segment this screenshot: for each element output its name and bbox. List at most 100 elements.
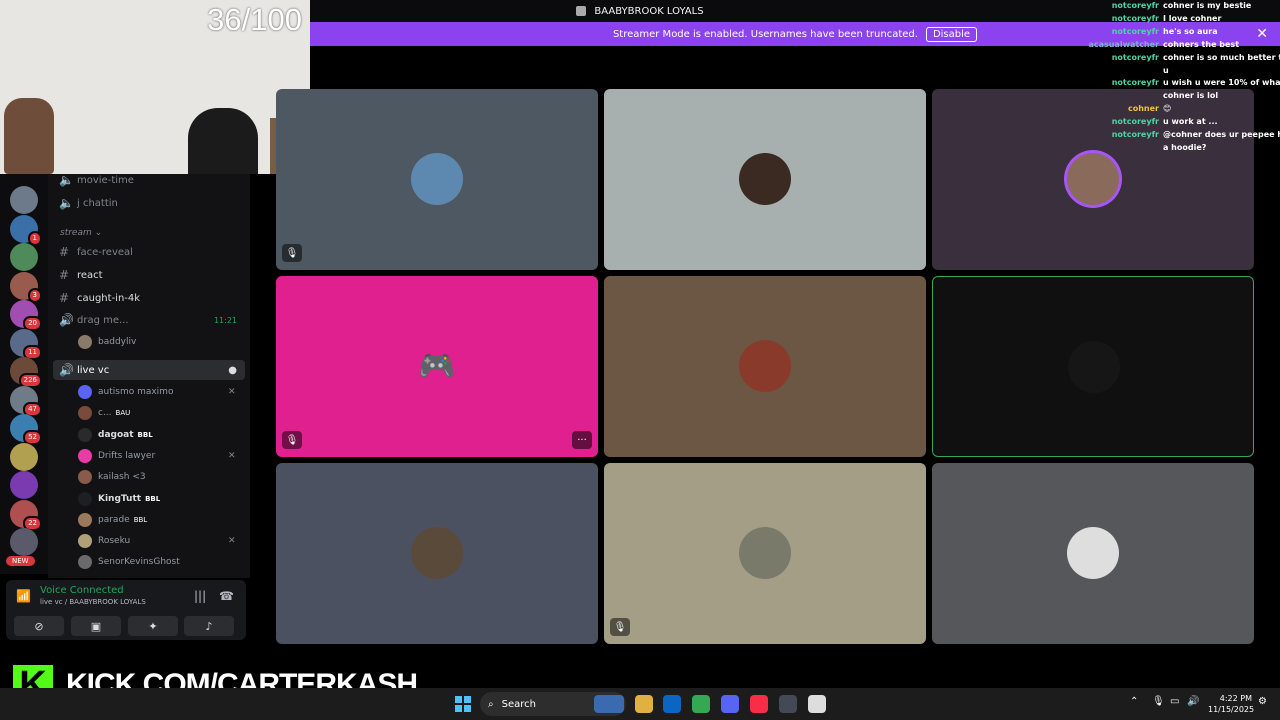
channel-name: caught-in-4k — [77, 292, 141, 304]
voice-channel-movie-time[interactable]: 🔈 movie-time — [53, 170, 245, 190]
server-list: 1 3 20 11 226 47 52 22 NEW — [0, 174, 48, 574]
server-icon[interactable] — [10, 471, 38, 499]
chat-message: notcoreyfr u work at ... — [1060, 117, 1280, 126]
participant-avatar — [739, 527, 791, 579]
participant-tile[interactable] — [276, 463, 598, 644]
voice-user[interactable]: SenorKevinsGhost — [78, 552, 180, 572]
text-channel-react[interactable]: # react — [53, 265, 245, 285]
voice-user[interactable]: Drifts lawyer ✕ — [78, 446, 236, 466]
chat-text: he's so aura — [1163, 26, 1218, 36]
notification-icon[interactable]: ⚙ — [1258, 696, 1267, 707]
discord-logo-icon: 🎮 — [418, 348, 456, 384]
volume-icon[interactable]: 🔊 — [1187, 696, 1199, 707]
voice-user-baddyliv[interactable]: baddyliv — [78, 332, 136, 352]
disconnect-icon[interactable]: ☎ — [219, 589, 234, 603]
speaker-icon: 🔊 — [59, 313, 74, 327]
server-icon[interactable]: 3 — [10, 271, 42, 303]
taskbar-clock[interactable]: 4:22 PM 11/15/2025 — [1208, 693, 1254, 715]
server-icon[interactable] — [10, 243, 38, 271]
4k-icon[interactable] — [779, 695, 797, 713]
banner-text: Streamer Mode is enabled. Usernames have… — [612, 28, 918, 40]
search-icon: ⌕ — [488, 698, 494, 710]
voice-user[interactable]: KingTutt BBL — [78, 489, 160, 509]
voice-user[interactable]: parade BBL — [78, 510, 147, 530]
participant-tile[interactable]: 🎮 🎙 ··· — [276, 276, 598, 457]
file-explorer-icon[interactable] — [635, 695, 653, 713]
voice-channel-j-chattin[interactable]: 🔈 j chattin — [53, 193, 245, 213]
channel-name: live vc — [77, 364, 110, 376]
weather-widget-icon[interactable] — [594, 695, 624, 713]
server-icon[interactable]: 20 — [10, 300, 42, 331]
voice-user[interactable]: Roseku ✕ — [78, 531, 236, 551]
chat-text: u — [1163, 65, 1169, 75]
channel-name: j chattin — [77, 197, 118, 209]
voice-user[interactable]: kailash <3 — [78, 467, 146, 487]
participant-tile[interactable]: 🎙 — [604, 463, 926, 644]
voice-channel-drag-me[interactable]: 🔊 drag me... 11:21 — [53, 310, 245, 330]
linkedin-icon[interactable] — [663, 695, 681, 713]
disable-button[interactable]: Disable — [925, 26, 978, 42]
server-icon[interactable] — [10, 442, 38, 471]
server-icon[interactable]: 47 — [10, 385, 42, 417]
chat-message: u — [1060, 66, 1280, 75]
more-options-button[interactable]: ··· — [572, 431, 592, 449]
chat-username: notcoreyfr — [1111, 78, 1159, 88]
call-duration: 11:21 — [213, 315, 237, 325]
server-icon[interactable]: 226 — [10, 357, 42, 388]
camera-off-button[interactable]: ⊘ — [14, 616, 64, 636]
participant-avatar — [739, 153, 791, 205]
figurine — [4, 98, 54, 174]
user-name: kailash <3 — [98, 472, 146, 483]
participant-tile[interactable] — [604, 276, 926, 457]
soundboard-button[interactable]: ♪ — [184, 616, 234, 636]
signal-icon: 📶 — [16, 589, 31, 603]
voice-user[interactable]: dagoat BBL — [78, 425, 153, 445]
screen-share-button[interactable]: ▣ — [71, 616, 121, 636]
server-icon[interactable] — [10, 186, 38, 214]
voice-channel-live-vc[interactable]: 🔊 live vc ● — [53, 360, 245, 380]
network-icon[interactable]: ▭ — [1170, 696, 1179, 707]
text-channel-face-reveal[interactable]: # face-reveal — [53, 242, 245, 262]
chat-text: cohner is lol — [1163, 91, 1219, 101]
microphone-icon[interactable]: 🎙 — [1152, 696, 1165, 707]
new-badge[interactable]: NEW — [6, 556, 35, 566]
hash-icon: # — [59, 291, 70, 305]
server-icon[interactable]: 1 — [10, 214, 42, 246]
category-stream[interactable]: stream ⌄ — [60, 228, 102, 238]
participant-tile[interactable] — [932, 276, 1254, 457]
server-icon[interactable]: 22 — [10, 499, 42, 531]
window-title: BAABYBROOK LOYALS — [594, 5, 704, 17]
activities-button[interactable]: ✦ — [128, 616, 178, 636]
muted-mic-icon: 🎙 — [282, 431, 302, 449]
server-icon[interactable] — [10, 528, 38, 556]
chrome-icon[interactable] — [692, 695, 710, 713]
chat-message: cohner 😊 — [1060, 104, 1280, 113]
windows-start-icon[interactable] — [455, 696, 471, 712]
participant-tile[interactable] — [604, 89, 926, 270]
discord-icon[interactable] — [721, 695, 739, 713]
noise-suppression-icon[interactable]: ||| — [194, 589, 206, 603]
chat-bubble-icon[interactable]: ● — [228, 365, 237, 376]
controller-icon[interactable] — [808, 695, 826, 713]
server-icon[interactable]: 52 — [10, 414, 42, 445]
music-icon[interactable] — [750, 695, 768, 713]
chevron-up-icon[interactable]: ⌃ — [1130, 696, 1138, 707]
server-icon[interactable]: 11 — [10, 328, 42, 360]
chat-text: u work at ... — [1163, 117, 1218, 127]
voice-user[interactable]: autismo maximo ✕ — [78, 382, 236, 402]
server-icon — [576, 6, 587, 16]
voice-connection-panel: 📶 Voice Connected live vc / BAABYBROOK L… — [6, 580, 246, 640]
voice-user[interactable]: c... BAU — [78, 403, 130, 423]
role-tag: BBL — [133, 515, 148, 524]
category-label: stream — [60, 228, 92, 238]
voice-status: Voice Connected — [40, 585, 124, 596]
participant-avatar — [739, 340, 791, 392]
participant-tile[interactable]: 🎙 — [276, 89, 598, 270]
chat-username: notcoreyfr — [1111, 117, 1159, 127]
participant-tile[interactable] — [932, 463, 1254, 644]
channel-name: drag me... — [77, 314, 129, 326]
chat-text: 😊 — [1163, 104, 1172, 114]
text-channel-caught-in-4k[interactable]: # caught-in-4k — [53, 288, 245, 308]
channel-name: face-reveal — [77, 246, 133, 258]
deafen-icon: ✕ — [228, 450, 236, 461]
